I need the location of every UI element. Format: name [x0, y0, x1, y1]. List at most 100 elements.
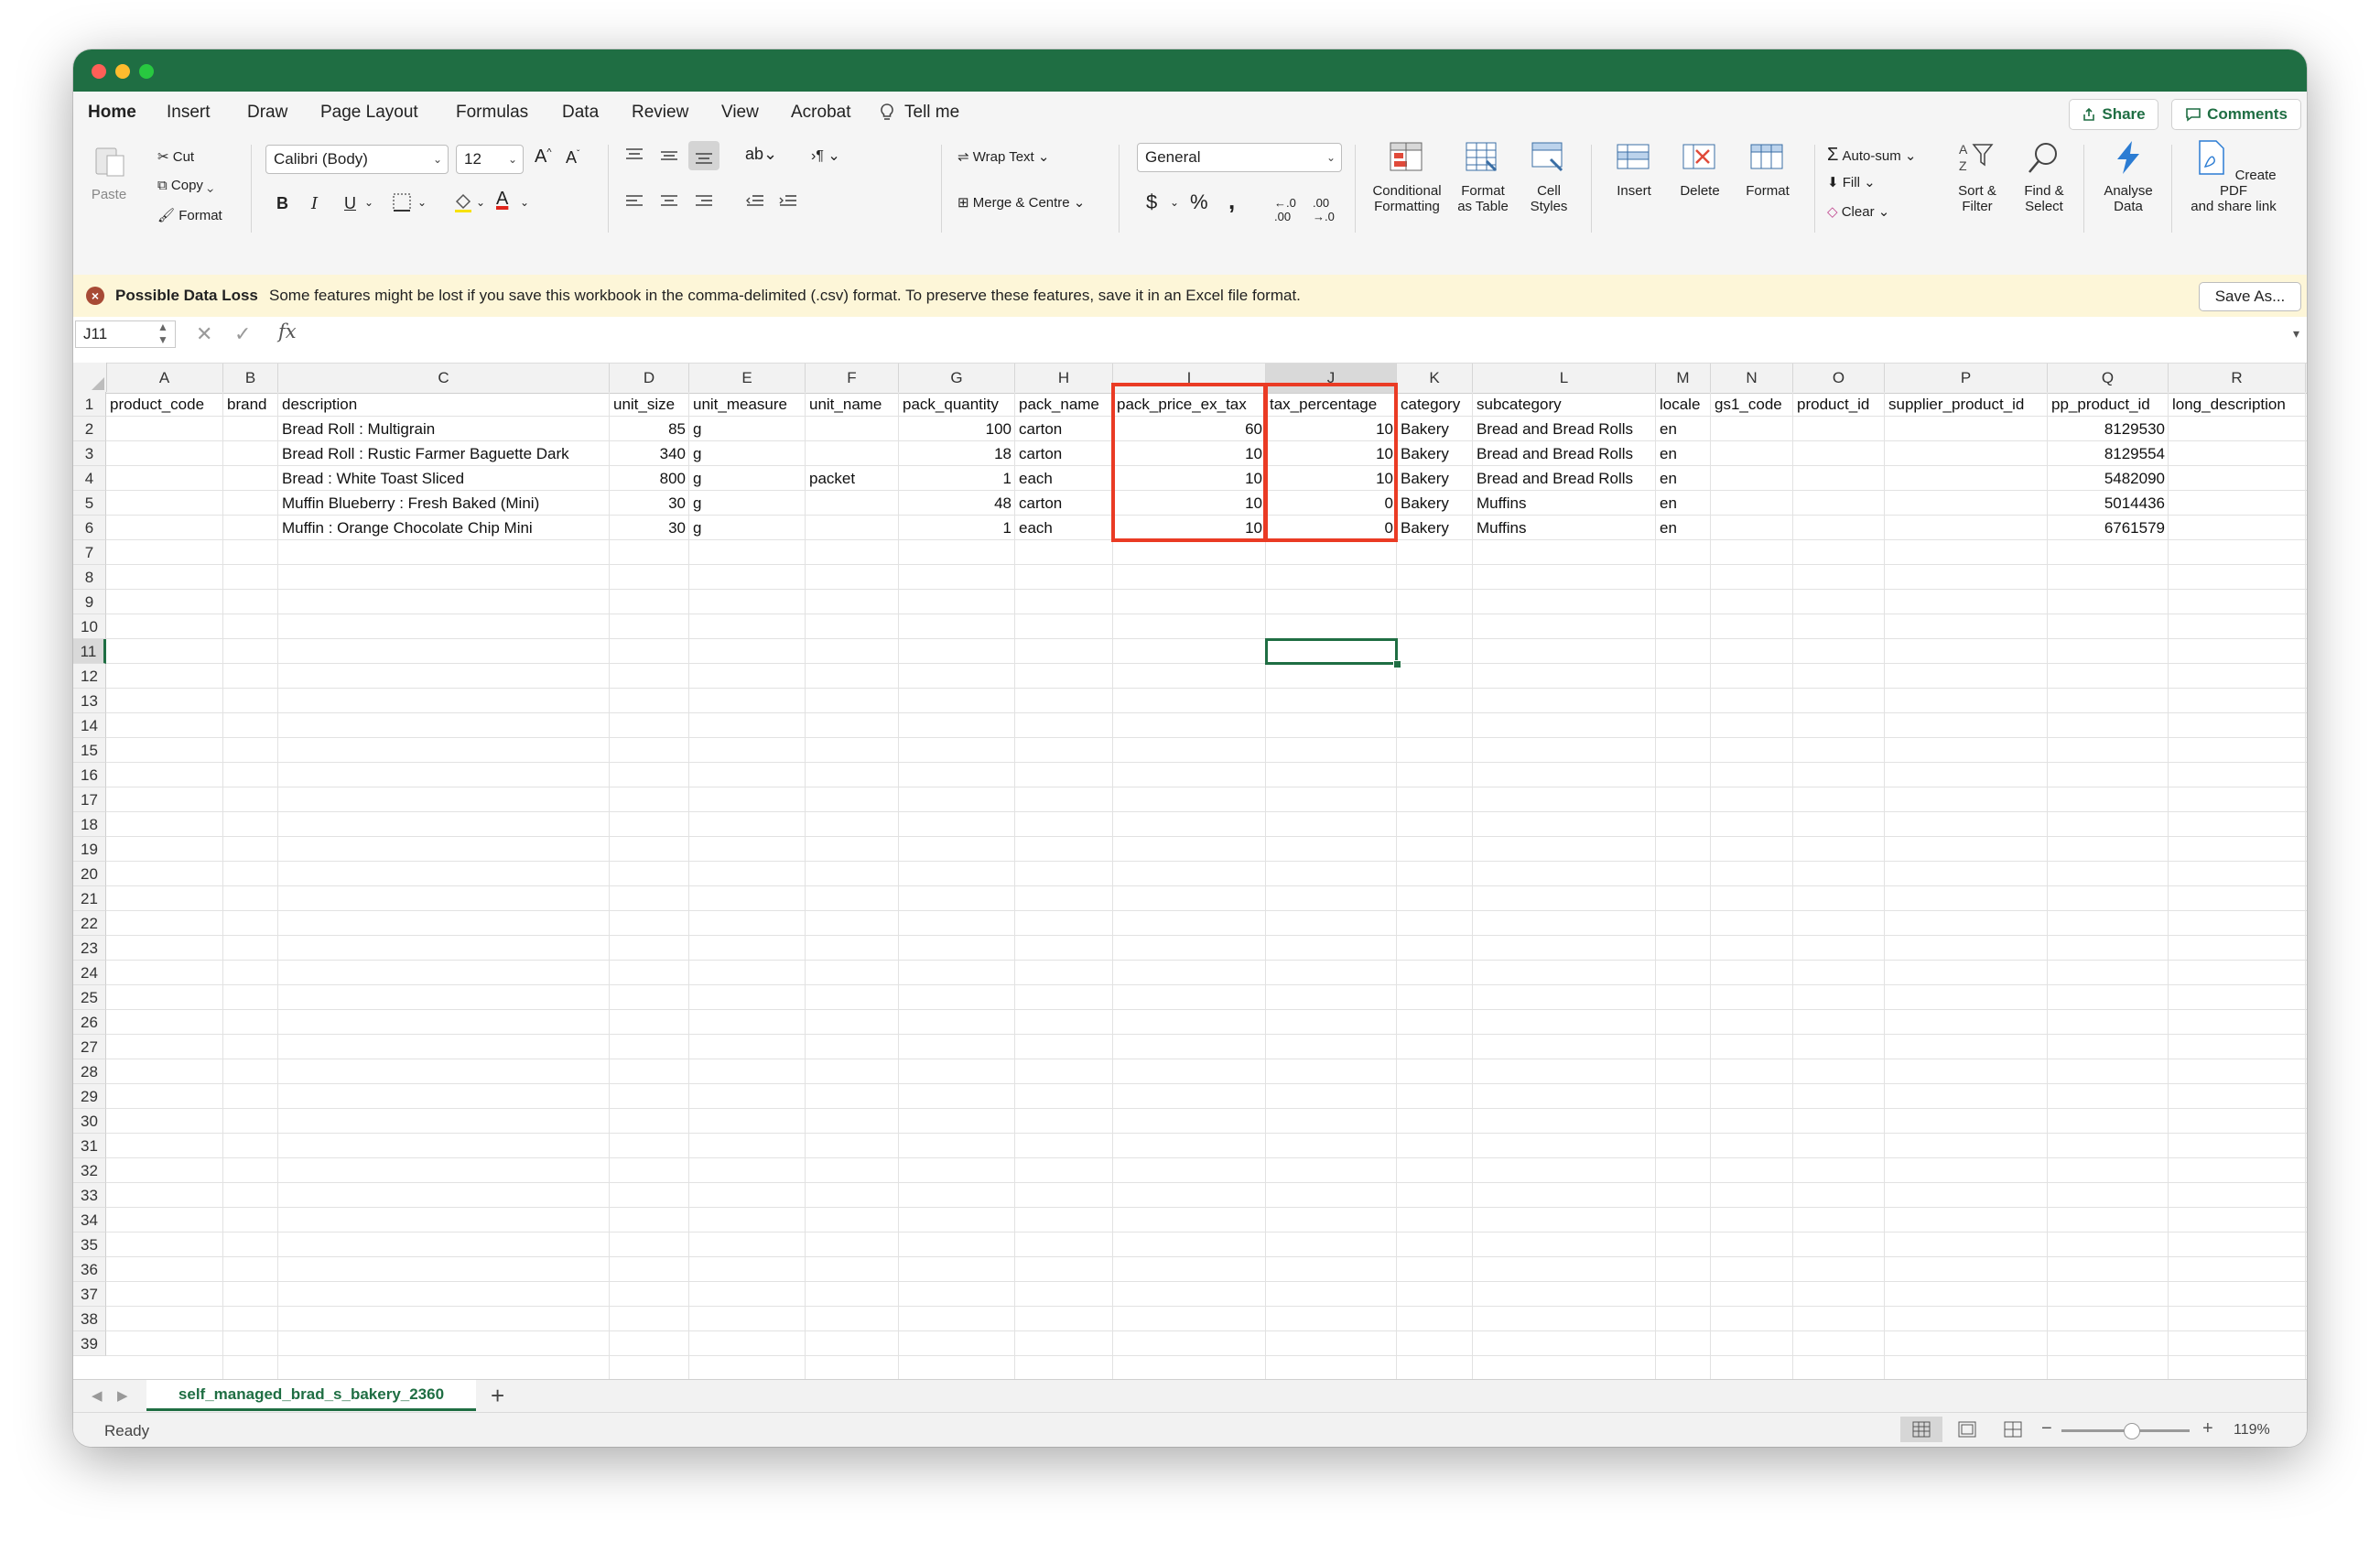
tab-formulas[interactable]: Formulas: [456, 103, 528, 123]
close-window-button[interactable]: [92, 64, 106, 79]
row-header-5[interactable]: 5: [73, 491, 106, 516]
fill-handle[interactable]: [1393, 660, 1401, 668]
cell-m6[interactable]: en: [1656, 516, 1711, 540]
select-all-button[interactable]: [73, 363, 107, 392]
cell-c5[interactable]: Muffin Blueberry : Fresh Baked (Mini): [278, 491, 610, 516]
column-header-l[interactable]: L: [1473, 364, 1656, 393]
decrease-indent-icon[interactable]: [745, 192, 765, 214]
delete-cells-button[interactable]: Delete: [1668, 139, 1732, 199]
warning-close-icon[interactable]: ×: [86, 287, 104, 305]
merge-centre-button[interactable]: ⊞ Merge & Centre ⌄: [957, 194, 1085, 211]
insert-cells-button[interactable]: Insert: [1602, 139, 1666, 199]
page-break-view-button[interactable]: [1992, 1417, 2034, 1442]
cell-styles-button[interactable]: Cell Styles: [1520, 139, 1578, 214]
column-header-n[interactable]: N: [1711, 364, 1793, 393]
cell-f4[interactable]: packet: [806, 466, 899, 491]
active-cell[interactable]: [1265, 638, 1398, 665]
zoom-percentage[interactable]: 119%: [2234, 1422, 2270, 1439]
chevron-down-icon[interactable]: ⌄: [476, 196, 485, 209]
column-header-k[interactable]: K: [1397, 364, 1473, 393]
row-header-1[interactable]: 1: [73, 392, 106, 417]
zoom-in-icon[interactable]: +: [2202, 1418, 2213, 1439]
currency-button[interactable]: $: [1146, 190, 1157, 214]
header-cell-e[interactable]: unit_measure: [689, 392, 806, 417]
row-header-39[interactable]: 39: [73, 1331, 106, 1356]
column-header-c[interactable]: C: [278, 364, 610, 393]
column-header-o[interactable]: O: [1793, 364, 1885, 393]
column-header-r[interactable]: R: [2169, 364, 2306, 393]
row-header-8[interactable]: 8: [73, 565, 106, 590]
cell-l3[interactable]: Bread and Bread Rolls: [1473, 441, 1656, 466]
row-header-29[interactable]: 29: [73, 1084, 106, 1109]
tab-page-layout[interactable]: Page Layout: [320, 103, 418, 123]
chevron-down-icon[interactable]: ▾: [2293, 326, 2299, 342]
row-header-32[interactable]: 32: [73, 1158, 106, 1183]
font-name-select[interactable]: Calibri (Body) ⌄: [265, 145, 449, 174]
align-top-icon[interactable]: [624, 147, 644, 168]
comma-style-button[interactable]: ,: [1228, 187, 1235, 215]
zoom-slider-handle[interactable]: [2124, 1423, 2140, 1439]
cancel-icon[interactable]: ✕: [196, 322, 212, 346]
spreadsheet-grid[interactable]: ABCDEFGHIJKLMNOPQR 1 2 3 4 5 6 7 8 9 10 11 12 13 14 15…: [73, 353, 2307, 1430]
cell-c2[interactable]: Bread Roll : Multigrain: [278, 417, 610, 441]
cell-k2[interactable]: Bakery: [1397, 417, 1473, 441]
cell-l6[interactable]: Muffins: [1473, 516, 1656, 540]
autosum-button[interactable]: Σ Auto-sum ⌄: [1827, 145, 1917, 166]
borders-icon[interactable]: [392, 192, 414, 216]
row-header-21[interactable]: 21: [73, 886, 106, 911]
row-header-33[interactable]: 33: [73, 1183, 106, 1208]
column-header-b[interactable]: B: [223, 364, 278, 393]
normal-view-button[interactable]: [1900, 1417, 1942, 1442]
column-header-g[interactable]: G: [899, 364, 1015, 393]
column-header-q[interactable]: Q: [2048, 364, 2169, 393]
align-middle-icon[interactable]: [659, 147, 679, 168]
cell-g6[interactable]: 1: [899, 516, 1015, 540]
row-header-25[interactable]: 25: [73, 985, 106, 1010]
find-select-button[interactable]: Find & Select: [2012, 139, 2076, 214]
cell-e4[interactable]: g: [689, 466, 806, 491]
row-header-18[interactable]: 18: [73, 812, 106, 837]
row-header-11[interactable]: 11: [73, 639, 106, 664]
row-header-17[interactable]: 17: [73, 787, 106, 812]
row-header-35[interactable]: 35: [73, 1233, 106, 1257]
minimize-window-button[interactable]: [115, 64, 130, 79]
cell-m3[interactable]: en: [1656, 441, 1711, 466]
zoom-out-icon[interactable]: −: [2041, 1418, 2052, 1439]
cell-q3[interactable]: 8129554: [2048, 441, 2169, 466]
cell-k6[interactable]: Bakery: [1397, 516, 1473, 540]
underline-button[interactable]: U: [344, 194, 356, 213]
column-header-d[interactable]: D: [610, 364, 689, 393]
row-header-13[interactable]: 13: [73, 689, 106, 713]
row-header-20[interactable]: 20: [73, 862, 106, 886]
previous-sheet-icon[interactable]: ◀: [92, 1387, 103, 1404]
cell-d2[interactable]: 85: [610, 417, 689, 441]
analyse-data-button[interactable]: Analyse Data: [2096, 139, 2160, 214]
cell-e5[interactable]: g: [689, 491, 806, 516]
row-header-23[interactable]: 23: [73, 936, 106, 961]
decrease-font-size-icon[interactable]: Aˇ: [566, 148, 579, 168]
header-cell-o[interactable]: product_id: [1793, 392, 1885, 417]
row-header-31[interactable]: 31: [73, 1134, 106, 1158]
row-header-24[interactable]: 24: [73, 961, 106, 985]
save-as-button[interactable]: Save As...: [2199, 282, 2301, 311]
cut-button[interactable]: ✂ Cut: [157, 148, 194, 165]
header-cell-r[interactable]: long_description: [2169, 392, 2306, 417]
cell-d3[interactable]: 340: [610, 441, 689, 466]
cell-g4[interactable]: 1: [899, 466, 1015, 491]
italic-button[interactable]: I: [311, 194, 318, 213]
name-box-stepper-icon[interactable]: ▲ ▼: [157, 320, 168, 346]
add-sheet-button[interactable]: +: [491, 1382, 504, 1410]
cell-h6[interactable]: each: [1015, 516, 1113, 540]
cell-g2[interactable]: 100: [899, 417, 1015, 441]
format-painter-button[interactable]: 🖌 Format: [157, 207, 222, 223]
chevron-down-icon[interactable]: ⌄: [1170, 196, 1179, 209]
cell-h3[interactable]: carton: [1015, 441, 1113, 466]
cell-k4[interactable]: Bakery: [1397, 466, 1473, 491]
cell-l4[interactable]: Bread and Bread Rolls: [1473, 466, 1656, 491]
cell-d5[interactable]: 30: [610, 491, 689, 516]
row-header-16[interactable]: 16: [73, 763, 106, 787]
tab-tell-me[interactable]: Tell me: [904, 103, 959, 123]
header-cell-c[interactable]: description: [278, 392, 610, 417]
row-header-15[interactable]: 15: [73, 738, 106, 763]
cell-q4[interactable]: 5482090: [2048, 466, 2169, 491]
